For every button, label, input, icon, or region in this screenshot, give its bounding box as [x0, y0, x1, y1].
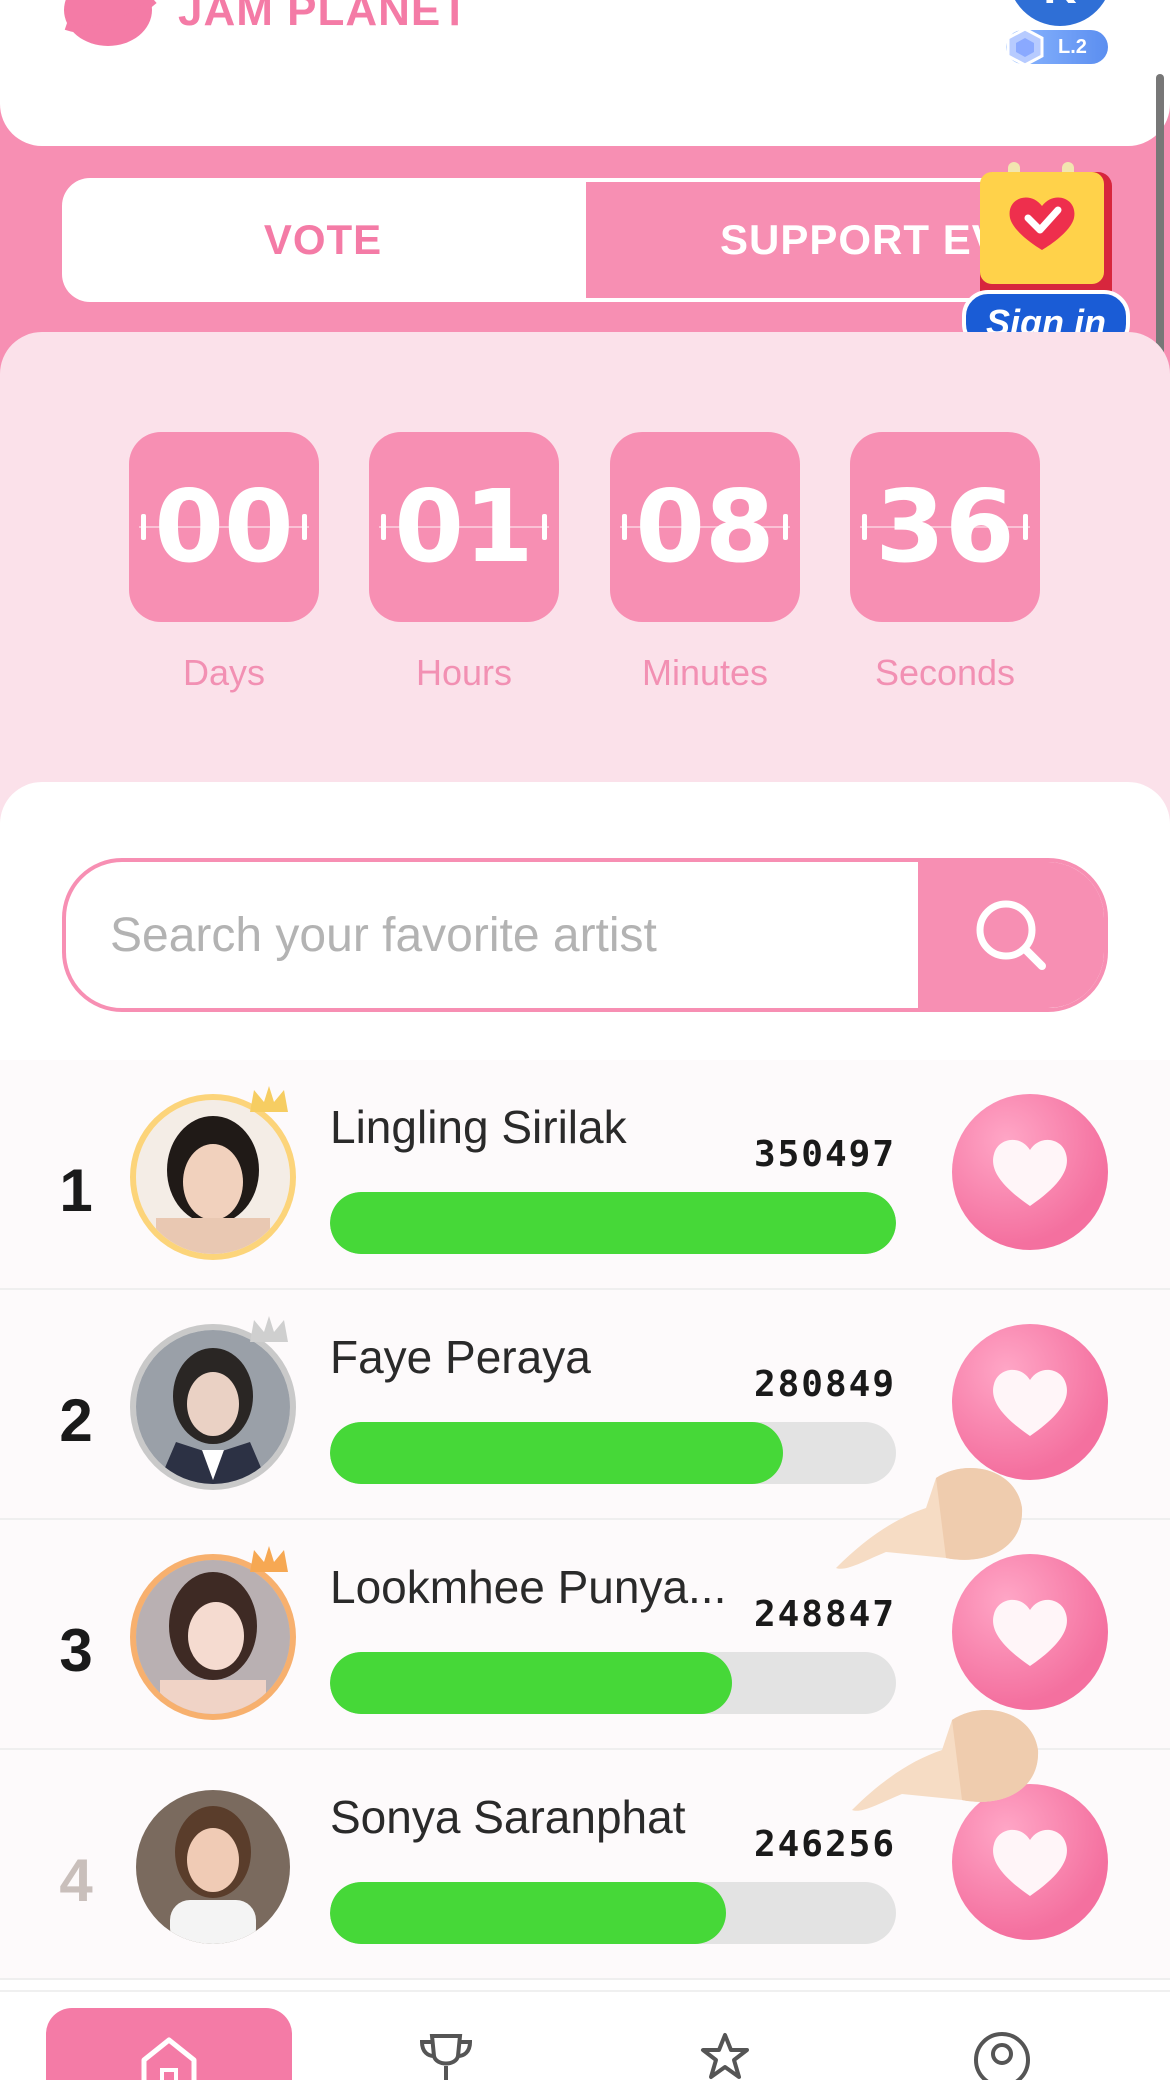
- star-icon[interactable]: [700, 2032, 750, 2080]
- heart-icon: [993, 1829, 1067, 1896]
- vote-progress-bar: [330, 1652, 896, 1714]
- app-header: JAM PLANET K L.2: [0, 0, 1170, 146]
- vote-progress-bar: [330, 1192, 896, 1254]
- profile-icon[interactable]: [972, 2030, 1032, 2080]
- heart-icon: [993, 1599, 1067, 1666]
- vote-count: 248847: [753, 1594, 896, 1635]
- search-input[interactable]: [66, 862, 926, 1008]
- artist-name: Faye Peraya: [330, 1331, 591, 1383]
- countdown-minutes-label: Minutes: [641, 652, 769, 693]
- countdown-minutes: 08: [610, 432, 800, 622]
- silver-crown-icon: [250, 1316, 288, 1342]
- vote-count: 350497: [753, 1134, 896, 1175]
- rank-number: 4: [59, 1847, 93, 1914]
- search-icon: [976, 900, 1046, 970]
- rank-number: 1: [59, 1157, 93, 1224]
- user-avatar[interactable]: K: [1008, 0, 1112, 26]
- tab-vote[interactable]: VOTE: [62, 178, 584, 302]
- countdown-seconds-label: Seconds: [874, 652, 1016, 693]
- artist-name: Sonya Saranphat: [330, 1791, 686, 1843]
- tab-bar: VOTE SUPPORT EVE: [62, 178, 1108, 302]
- vote-progress-bar: [330, 1422, 896, 1484]
- jam-logo-icon: [64, 0, 157, 46]
- artist-avatar[interactable]: [130, 1554, 296, 1720]
- app-title: JAM PLANET: [178, 0, 470, 35]
- nav-home-tab[interactable]: [46, 2008, 292, 2080]
- countdown-seconds: 36: [850, 432, 1040, 622]
- artist-avatar[interactable]: [136, 1790, 290, 1944]
- artist-row: 1 Lingling Sirilak 350497: [0, 1060, 1170, 1290]
- gold-crown-icon: [250, 1086, 288, 1112]
- artist-name: Lookmhee Punya...: [330, 1561, 727, 1613]
- countdown-days-label: Days: [182, 652, 266, 693]
- heart-icon: [993, 1139, 1067, 1206]
- bronze-crown-icon: [250, 1546, 288, 1572]
- search-button[interactable]: [918, 862, 1104, 1008]
- vote-heart-button[interactable]: [952, 1094, 1108, 1250]
- search-bar: [62, 858, 1108, 1012]
- countdown-days: 00: [129, 432, 319, 622]
- heart-icon: [993, 1369, 1067, 1436]
- cube-icon: [1006, 27, 1044, 67]
- countdown-hours-label: Hours: [415, 652, 513, 693]
- artist-avatar[interactable]: [130, 1324, 296, 1490]
- trophy-icon[interactable]: [418, 2032, 474, 2080]
- home-icon: [141, 2037, 197, 2080]
- pointing-hand-icon: [836, 1468, 1023, 1569]
- artist-name: Lingling Sirilak: [330, 1101, 627, 1153]
- pointing-hand-icon: [852, 1710, 1039, 1811]
- vote-count: 280849: [753, 1364, 896, 1405]
- vote-progress-bar: [330, 1882, 896, 1944]
- countdown-hours: 01: [369, 432, 559, 622]
- rank-number: 2: [59, 1387, 93, 1454]
- rank-number: 3: [59, 1617, 93, 1684]
- artist-avatar[interactable]: [130, 1094, 296, 1260]
- vote-count: 246256: [753, 1824, 896, 1865]
